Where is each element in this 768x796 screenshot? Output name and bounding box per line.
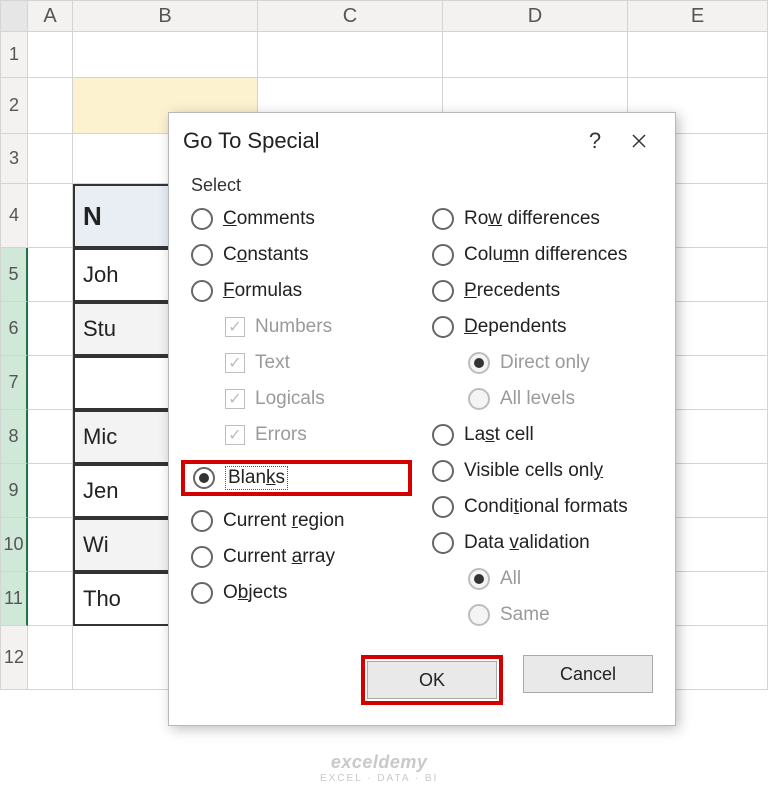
radio-icon bbox=[191, 280, 213, 302]
row-header-6[interactable]: 6 bbox=[0, 302, 28, 356]
cancel-button[interactable]: Cancel bbox=[523, 655, 653, 693]
cell[interactable] bbox=[628, 32, 768, 78]
row-header-2[interactable]: 2 bbox=[0, 78, 28, 134]
option-last-cell[interactable]: Last cell bbox=[432, 424, 653, 446]
radio-icon bbox=[432, 532, 454, 554]
dialog-titlebar: Go To Special ? bbox=[169, 113, 675, 167]
radio-icon bbox=[432, 316, 454, 338]
checkbox-icon: ✓ bbox=[225, 389, 245, 409]
radio-icon bbox=[468, 352, 490, 374]
row-header-3[interactable]: 3 bbox=[0, 134, 28, 184]
col-header-c[interactable]: C bbox=[258, 0, 443, 32]
radio-icon bbox=[432, 496, 454, 518]
option-all-levels: All levels bbox=[468, 388, 653, 410]
dialog-title: Go To Special bbox=[183, 128, 573, 154]
option-validation-all: All bbox=[468, 568, 653, 590]
cell[interactable] bbox=[28, 32, 73, 78]
radio-icon bbox=[432, 244, 454, 266]
radio-icon bbox=[468, 388, 490, 410]
cell[interactable] bbox=[28, 626, 73, 690]
cell[interactable] bbox=[28, 410, 73, 464]
cell[interactable] bbox=[443, 32, 628, 78]
help-button[interactable]: ? bbox=[573, 123, 617, 159]
radio-icon bbox=[432, 208, 454, 230]
dialog-footer: OK Cancel bbox=[169, 641, 675, 725]
select-group-label: Select bbox=[191, 175, 653, 196]
option-conditional-formats[interactable]: Conditional formats bbox=[432, 496, 653, 518]
row-header-8[interactable]: 8 bbox=[0, 410, 28, 464]
radio-icon bbox=[432, 424, 454, 446]
checkbox-icon: ✓ bbox=[225, 353, 245, 373]
col-header-a[interactable]: A bbox=[28, 0, 73, 32]
option-row-differences[interactable]: Row differences bbox=[432, 208, 653, 230]
option-visible-cells-only[interactable]: Visible cells only bbox=[432, 460, 653, 482]
close-icon bbox=[631, 133, 647, 149]
close-button[interactable] bbox=[617, 123, 661, 159]
row-header-5[interactable]: 5 bbox=[0, 248, 28, 302]
radio-icon bbox=[468, 568, 490, 590]
option-direct-only: Direct only bbox=[468, 352, 653, 374]
options-left-column: Comments Constants Formulas ✓Numbers ✓Te… bbox=[191, 204, 412, 630]
option-current-region[interactable]: Current region bbox=[191, 510, 412, 532]
cell[interactable] bbox=[28, 78, 73, 134]
radio-icon bbox=[468, 604, 490, 626]
cell[interactable] bbox=[28, 518, 73, 572]
radio-icon bbox=[191, 510, 213, 532]
cell[interactable] bbox=[28, 248, 73, 302]
checkbox-icon: ✓ bbox=[225, 425, 245, 445]
option-precedents[interactable]: Precedents bbox=[432, 280, 653, 302]
cell[interactable] bbox=[28, 302, 73, 356]
row-header-7[interactable]: 7 bbox=[0, 356, 28, 410]
option-column-differences[interactable]: Column differences bbox=[432, 244, 653, 266]
cell[interactable] bbox=[28, 184, 73, 248]
radio-icon bbox=[191, 208, 213, 230]
highlight-annotation: Blanks bbox=[181, 460, 412, 496]
cell[interactable] bbox=[28, 464, 73, 518]
option-logicals: ✓Logicals bbox=[225, 388, 412, 410]
col-header-b[interactable]: B bbox=[73, 0, 258, 32]
options-right-column: Row differences Column differences Prece… bbox=[432, 204, 653, 630]
radio-icon bbox=[191, 582, 213, 604]
option-current-array[interactable]: Current array bbox=[191, 546, 412, 568]
cell[interactable] bbox=[28, 356, 73, 410]
col-header-e[interactable]: E bbox=[628, 0, 768, 32]
option-objects[interactable]: Objects bbox=[191, 582, 412, 604]
option-data-validation[interactable]: Data validation bbox=[432, 532, 653, 554]
row-header-10[interactable]: 10 bbox=[0, 518, 28, 572]
row-header-1[interactable]: 1 bbox=[0, 32, 28, 78]
cell[interactable] bbox=[258, 32, 443, 78]
select-all-corner[interactable] bbox=[0, 0, 28, 32]
radio-icon bbox=[191, 546, 213, 568]
radio-icon bbox=[432, 460, 454, 482]
cell[interactable] bbox=[28, 572, 73, 626]
option-comments[interactable]: Comments bbox=[191, 208, 412, 230]
go-to-special-dialog: Go To Special ? Select Comments Constant… bbox=[168, 112, 676, 726]
row-header-12[interactable]: 12 bbox=[0, 626, 28, 690]
row-header-4[interactable]: 4 bbox=[0, 184, 28, 248]
option-formulas[interactable]: Formulas bbox=[191, 280, 412, 302]
checkbox-icon: ✓ bbox=[225, 317, 245, 337]
highlight-annotation: OK bbox=[361, 655, 503, 705]
cell[interactable] bbox=[28, 134, 73, 184]
radio-icon bbox=[191, 244, 213, 266]
cell[interactable] bbox=[73, 32, 258, 78]
option-text: ✓Text bbox=[225, 352, 412, 374]
option-numbers: ✓Numbers bbox=[225, 316, 412, 338]
radio-icon bbox=[432, 280, 454, 302]
row-header-11[interactable]: 11 bbox=[0, 572, 28, 626]
ok-button[interactable]: OK bbox=[367, 661, 497, 699]
option-errors: ✓Errors bbox=[225, 424, 412, 446]
column-headers: A B C D E bbox=[0, 0, 768, 32]
option-constants[interactable]: Constants bbox=[191, 244, 412, 266]
col-header-d[interactable]: D bbox=[443, 0, 628, 32]
option-validation-same: Same bbox=[468, 604, 653, 626]
row-header-9[interactable]: 9 bbox=[0, 464, 28, 518]
option-dependents[interactable]: Dependents bbox=[432, 316, 653, 338]
radio-icon bbox=[193, 467, 215, 489]
option-blanks[interactable]: Blanks bbox=[193, 466, 400, 490]
